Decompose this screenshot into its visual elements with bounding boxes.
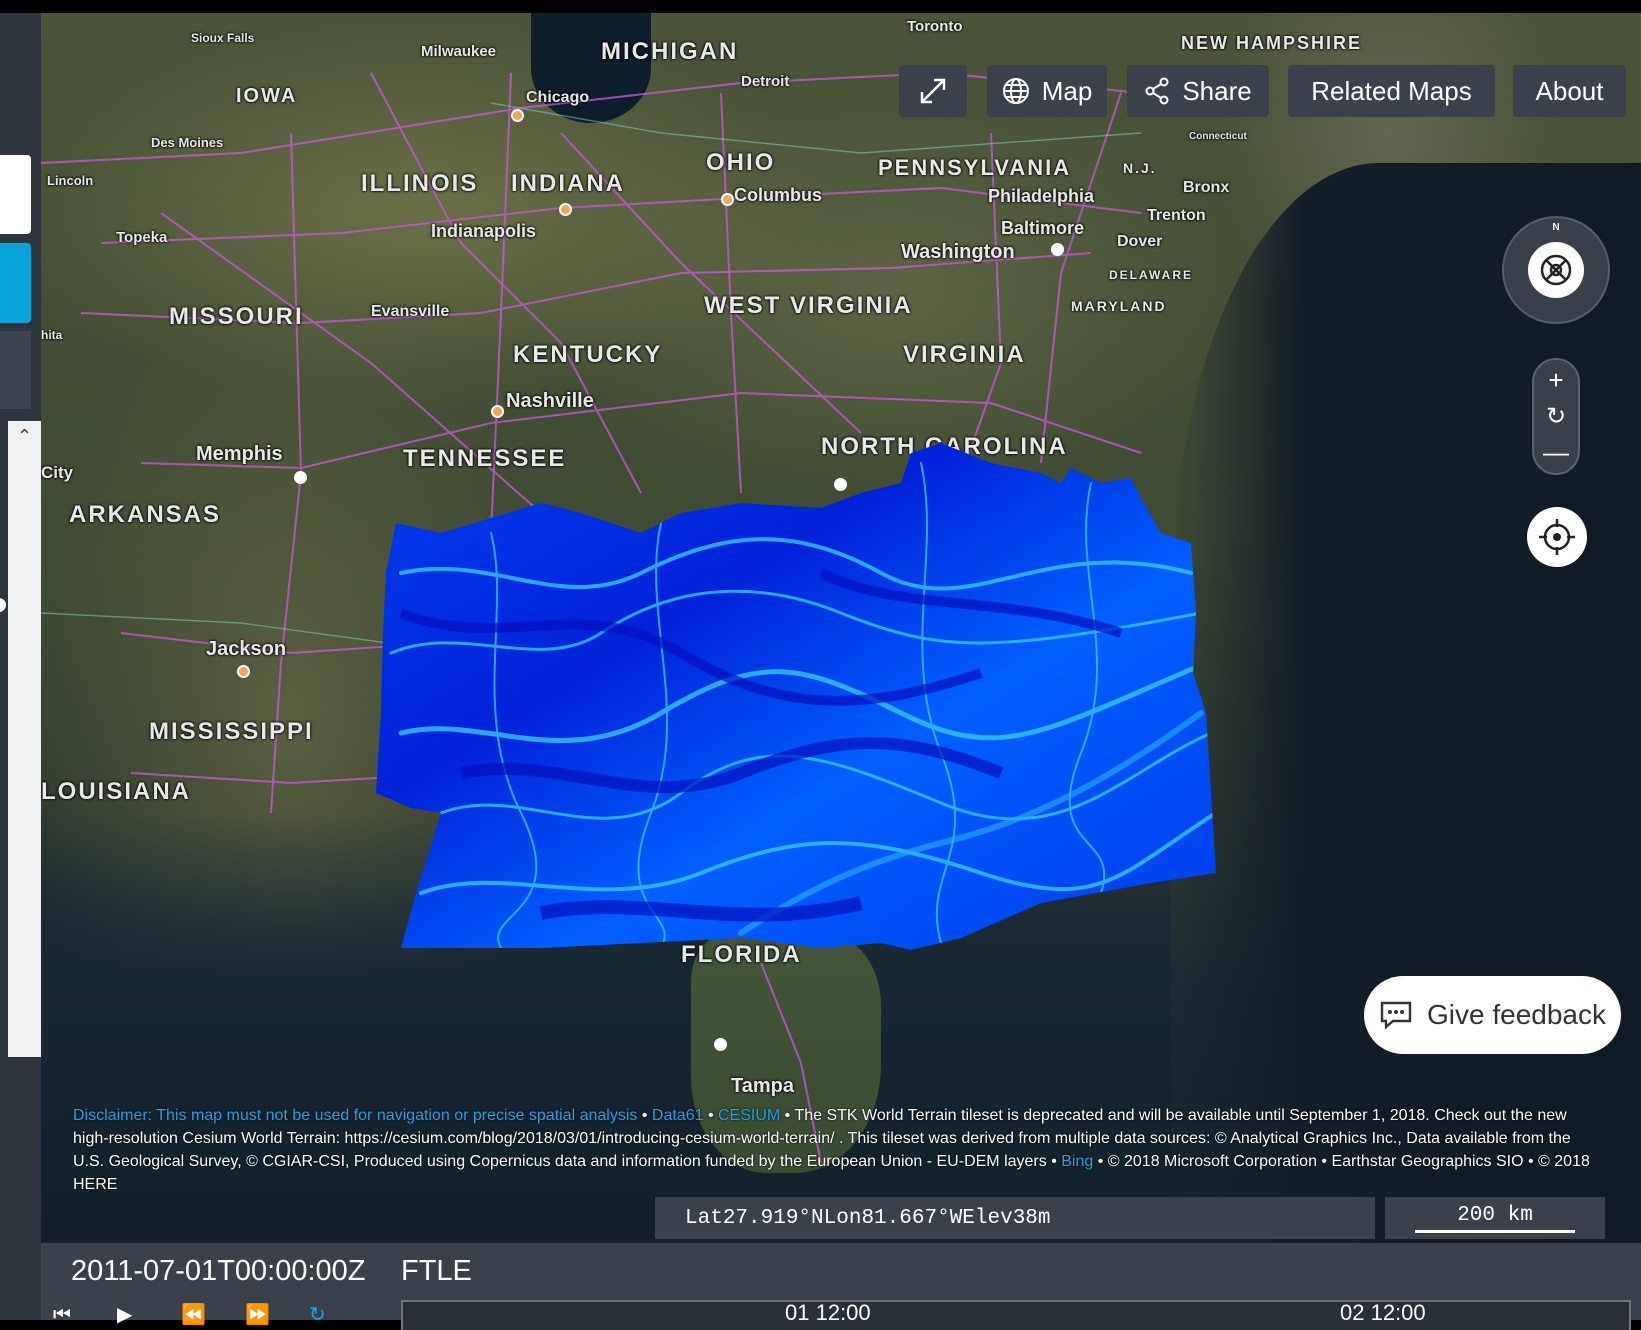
- zoom-in-button[interactable]: +: [1534, 362, 1578, 398]
- timeline-panel: 2011-07-01T00:00:00Z FTLE ⏮ ▶ ⏪ ⏩ ↻ 01 1…: [41, 1243, 1641, 1330]
- compass-control[interactable]: N: [1502, 216, 1610, 324]
- chat-icon: [1379, 1000, 1413, 1030]
- timeline-layer-name: FTLE: [401, 1255, 472, 1287]
- map-settings-button[interactable]: Map: [987, 65, 1107, 117]
- fast-forward-icon[interactable]: ⏩: [245, 1305, 279, 1325]
- skip-back-icon[interactable]: ⏮: [53, 1305, 87, 1325]
- zoom-reset-button[interactable]: ↻: [1534, 398, 1578, 434]
- bing-link[interactable]: Bing: [1061, 1153, 1093, 1170]
- related-maps-label: Related Maps: [1311, 75, 1472, 106]
- fullscreen-button[interactable]: [899, 65, 967, 117]
- related-maps-button[interactable]: Related Maps: [1288, 65, 1495, 117]
- sidebar-section: [0, 331, 31, 409]
- sidebar-search-box[interactable]: [0, 155, 31, 234]
- playback-controls: ⏮ ▶ ⏪ ⏩ ↻: [53, 1305, 343, 1325]
- give-feedback-label: Give feedback: [1427, 999, 1606, 1030]
- lon-value: 81.667°W: [861, 1206, 963, 1230]
- scale-bar: [1415, 1230, 1575, 1233]
- credits-separator: •: [703, 1107, 718, 1124]
- elev-value: 38m: [1012, 1206, 1051, 1230]
- share-button-label: Share: [1182, 75, 1252, 106]
- zoom-control: + ↻ —: [1532, 358, 1580, 475]
- compass-north-label: N: [1552, 222, 1560, 233]
- timeline-tick-label: 01 12:00: [785, 1300, 871, 1325]
- credits-separator: •: [637, 1107, 652, 1124]
- compass-icon[interactable]: [1528, 242, 1584, 298]
- globe-icon: [1002, 77, 1030, 105]
- ftle-overlay: [376, 443, 1216, 950]
- sidebar-panel: ⌃: [0, 13, 41, 1320]
- lat-value: 27.919°N: [722, 1206, 824, 1230]
- refresh-icon: ↻: [1545, 402, 1567, 430]
- play-icon[interactable]: ▶: [117, 1305, 151, 1325]
- minus-icon: —: [1543, 436, 1569, 467]
- rewind-icon[interactable]: ⏪: [181, 1305, 215, 1325]
- map-credits: Disclaimer: This map must not be used fo…: [73, 1104, 1593, 1196]
- zoom-out-button[interactable]: —: [1534, 434, 1578, 470]
- my-location-button[interactable]: [1527, 507, 1587, 567]
- sidebar-add-data-button[interactable]: [0, 243, 31, 323]
- crosshair-icon: [1539, 519, 1575, 555]
- expand-icon: [920, 78, 946, 104]
- about-button[interactable]: About: [1513, 65, 1626, 117]
- location-bar: Lat 27.919°N Lon 81.667°W Elev 38m: [655, 1197, 1375, 1239]
- sidebar-resize-handle[interactable]: [0, 598, 6, 612]
- distance-scale: 200 km: [1385, 1197, 1605, 1239]
- disclaimer-link[interactable]: Disclaimer: This map must not be used fo…: [73, 1107, 637, 1124]
- plus-icon: +: [1548, 364, 1564, 395]
- loop-icon[interactable]: ↻: [309, 1305, 343, 1325]
- elev-label: Elev: [962, 1206, 1013, 1230]
- lon-label: Lon: [823, 1206, 862, 1230]
- timeline-tick-label: 02 12:00: [1340, 1300, 1426, 1325]
- chevron-up-icon[interactable]: ⌃: [8, 421, 41, 451]
- about-label: About: [1535, 75, 1604, 106]
- lat-label: Lat: [685, 1206, 723, 1230]
- share-icon: [1144, 77, 1170, 105]
- map-button-label: Map: [1041, 75, 1093, 106]
- data61-link[interactable]: Data61: [652, 1107, 704, 1124]
- map-viewport[interactable]: MICHIGAN IOWA ILLINOIS INDIANA OHIO PENN…: [41, 13, 1641, 1243]
- sidebar-scrollbar[interactable]: [8, 421, 41, 1057]
- scale-label: 200 km: [1457, 1204, 1533, 1227]
- timeline-track[interactable]: 01 12:00 02 12:00: [401, 1300, 1631, 1330]
- current-time: 2011-07-01T00:00:00Z: [71, 1255, 366, 1287]
- give-feedback-button[interactable]: Give feedback: [1364, 976, 1621, 1054]
- share-button[interactable]: Share: [1127, 65, 1269, 117]
- cesium-link[interactable]: CESIUM: [718, 1107, 780, 1124]
